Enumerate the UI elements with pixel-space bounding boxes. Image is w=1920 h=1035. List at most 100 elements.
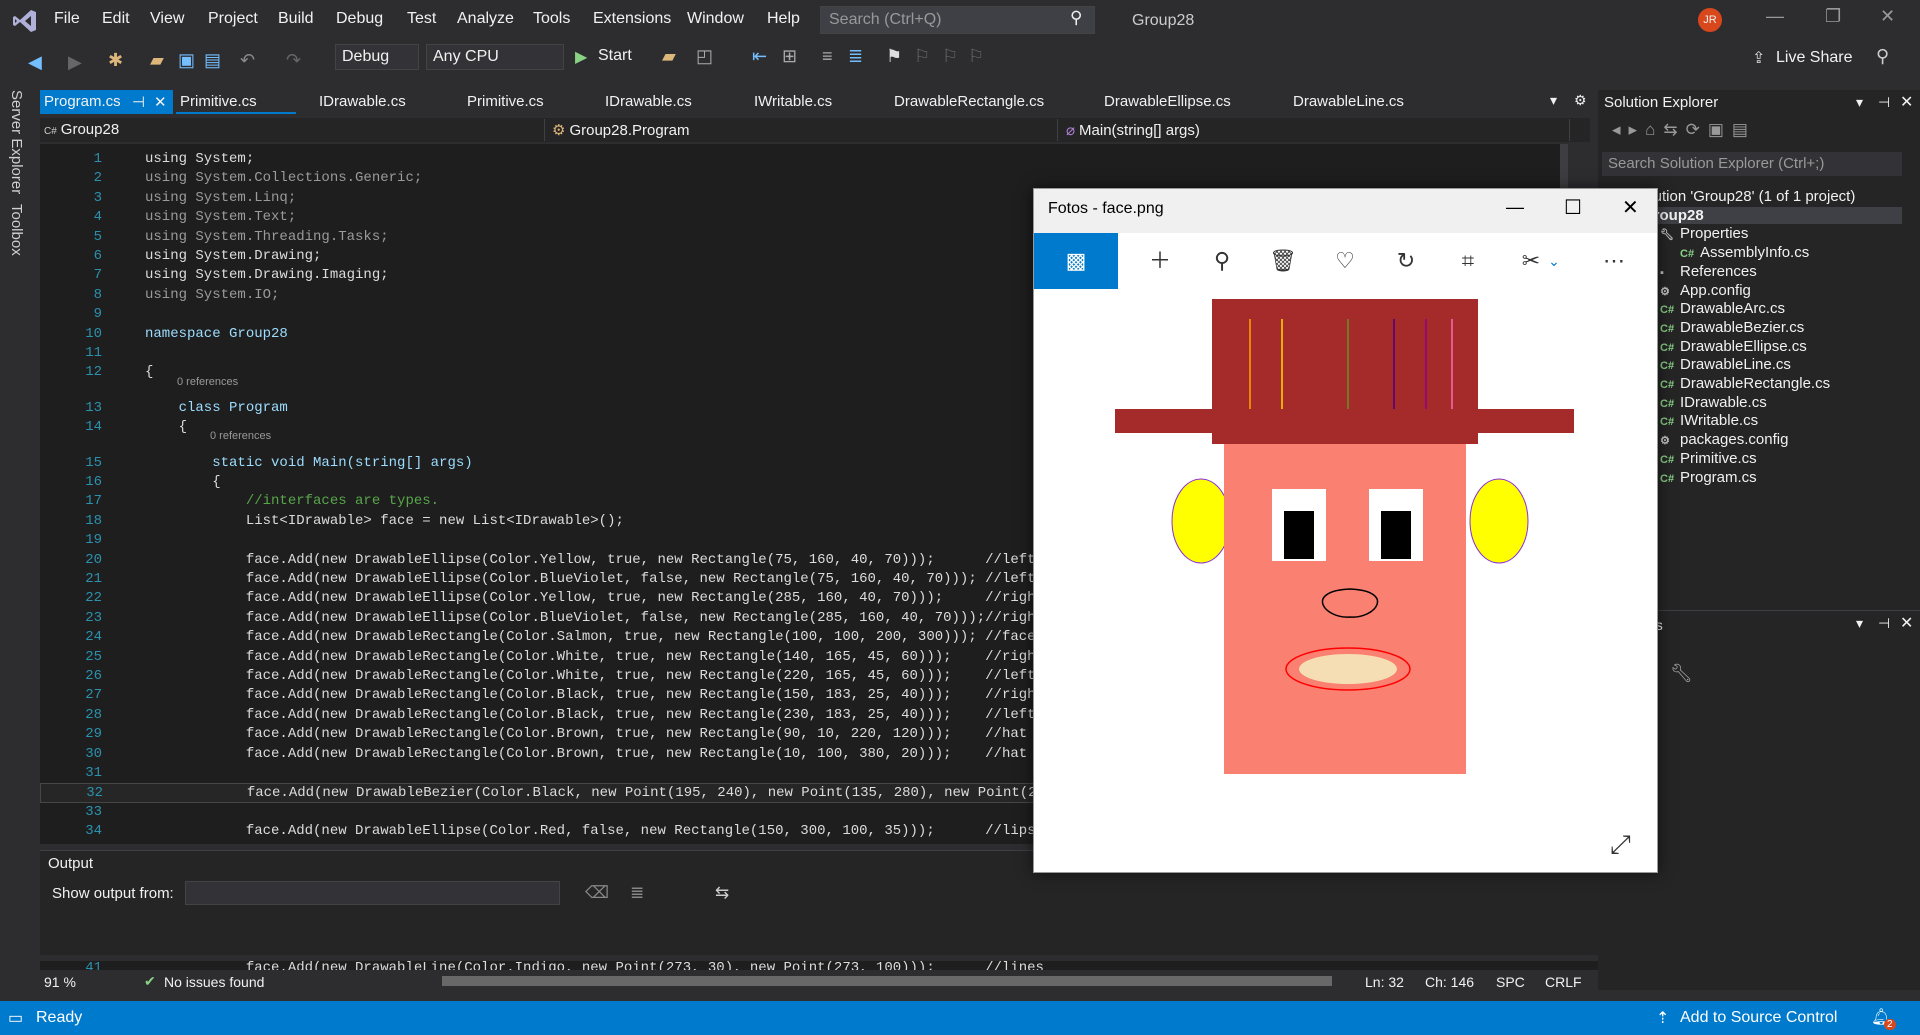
line-ending-indicator[interactable]: CRLF [1545, 974, 1582, 990]
minimize-icon[interactable]: — [1766, 6, 1784, 27]
server-explorer-tab[interactable]: Server Explorer [8, 90, 25, 194]
redo-icon[interactable]: ↷ [286, 50, 301, 71]
platform-select[interactable]: Any CPU [426, 44, 564, 70]
bookmark-icon[interactable]: ⚑ [886, 46, 902, 67]
word-wrap-icon[interactable]: ≣ [630, 883, 644, 903]
favorite-icon[interactable]: ♡ [1325, 243, 1365, 279]
tab-close-icon[interactable]: ✕ [154, 93, 167, 111]
property-pages-icon[interactable]: 🔧︎ [1670, 663, 1693, 684]
panel-menu-icon[interactable]: ▾ [1856, 94, 1863, 111]
properties-pin-icon[interactable]: ⊣ [1878, 615, 1890, 632]
solution-tree-item[interactable]: C# IWritable.cs [1660, 412, 1758, 429]
codelens-references[interactable]: 0 references [177, 376, 238, 388]
configuration-select[interactable]: Debug [335, 44, 419, 70]
tab-list-icon[interactable]: ▾ [1550, 92, 1557, 109]
tab-drawableellipse-cs[interactable]: DrawableEllipse.cs [1100, 90, 1235, 114]
solution-tree-item[interactable]: C# DrawableLine.cs [1660, 356, 1791, 373]
expand-icon[interactable]: ⤢ [1610, 829, 1631, 861]
step-icon[interactable]: ⇤ [752, 46, 767, 67]
solution-search-input[interactable]: Search Solution Explorer (Ctrl+;) [1602, 152, 1902, 176]
zoom-level[interactable]: 91 % [44, 974, 76, 990]
solution-tree-item[interactable]: C# AssemblyInfo.cs [1680, 244, 1809, 261]
tab-primitive-cs[interactable]: Primitive.cs [176, 90, 296, 114]
menu-debug[interactable]: Debug [336, 10, 383, 28]
tab-primitive-cs-2[interactable]: Primitive.cs [463, 90, 548, 114]
photos-maximize-icon[interactable]: ☐ [1564, 195, 1582, 220]
tab-drawableline-cs[interactable]: DrawableLine.cs [1289, 90, 1408, 114]
format-icon[interactable]: ⊞ [782, 46, 797, 67]
properties-close-icon[interactable]: ✕ [1900, 613, 1913, 633]
solution-tree-item[interactable]: C# Program.cs [1660, 469, 1757, 486]
menu-extensions[interactable]: Extensions [593, 10, 671, 28]
panel-close-icon[interactable]: ✕ [1900, 92, 1913, 112]
open-file-icon[interactable]: ▰ [150, 50, 164, 71]
new-project-icon[interactable]: ✱ [108, 50, 123, 71]
pin-icon[interactable]: ⊣ [132, 93, 145, 111]
indent-icon[interactable]: ≣ [848, 46, 863, 67]
solution-tree-item[interactable]: C# Primitive.cs [1660, 450, 1757, 467]
bookmark-next-icon[interactable]: ⚐ [942, 46, 958, 67]
menu-window[interactable]: Window [687, 10, 744, 28]
avatar[interactable]: JR [1698, 8, 1722, 32]
spacing-indicator[interactable]: SPC [1496, 974, 1525, 990]
solution-tree-item[interactable]: C# DrawableEllipse.cs [1660, 338, 1807, 355]
menu-view[interactable]: View [150, 10, 184, 28]
horizontal-scrollbar[interactable] [442, 976, 1332, 986]
more-icon[interactable]: ⋯ [1594, 243, 1634, 279]
delete-icon[interactable]: 🗑︎ [1263, 243, 1303, 279]
member-dropdown[interactable]: ⌀ Main(string[] args) [1062, 119, 1570, 141]
solution-tree-item[interactable]: ⚙ App.config [1660, 282, 1751, 299]
tab-idrawable-cs-2[interactable]: IDrawable.cs [601, 90, 696, 114]
solution-tree-item[interactable]: C# IDrawable.cs [1660, 394, 1767, 411]
issues-status[interactable]: No issues found [164, 974, 264, 990]
tab-drawablerectangle-cs[interactable]: DrawableRectangle.cs [890, 90, 1048, 114]
save-icon[interactable]: ▣ [178, 50, 195, 71]
menu-help[interactable]: Help [767, 10, 800, 28]
forward-icon[interactable]: ▶ [68, 52, 82, 73]
back-icon[interactable]: ◀ [28, 52, 42, 73]
menu-analyze[interactable]: Analyze [457, 10, 514, 28]
pin-icon[interactable]: ⊣ [1878, 94, 1890, 111]
edit-dropdown-icon[interactable]: ⌄ [1534, 243, 1574, 279]
start-icon[interactable]: ▶ [575, 47, 587, 67]
solution-tree-item[interactable]: ▪ References [1660, 263, 1757, 280]
menu-test[interactable]: Test [407, 10, 436, 28]
solution-tree-item[interactable]: 🔧︎ Properties [1660, 225, 1748, 242]
close-icon[interactable]: ✕ [1880, 6, 1895, 27]
image-view-icon[interactable]: ▩ [1034, 233, 1118, 289]
browser-icon[interactable]: ◰ [696, 46, 713, 67]
start-button[interactable]: Start [598, 47, 632, 65]
photos-close-icon[interactable]: ✕ [1622, 195, 1639, 220]
bookmark-prev-icon[interactable]: ⚐ [914, 46, 930, 67]
search-input[interactable]: Search (Ctrl+Q) [820, 6, 1095, 34]
menu-edit[interactable]: Edit [102, 10, 130, 28]
rotate-icon[interactable]: ↻ [1386, 243, 1426, 279]
menu-project[interactable]: Project [208, 10, 258, 28]
clear-all-icon[interactable]: ⌫ [585, 883, 609, 903]
zoom-icon[interactable]: ⚲ [1202, 243, 1242, 279]
bookmark-clear-icon[interactable]: ⚐ [968, 46, 984, 67]
properties-menu-icon[interactable]: ▾ [1856, 615, 1863, 632]
solution-tree-item[interactable]: ⚙ packages.config [1660, 431, 1788, 448]
tab-program-cs[interactable]: Program.cs ⊣ ✕ [40, 90, 173, 114]
solution-tree-item[interactable]: olution 'Group28' (1 of 1 project) [1642, 188, 1855, 205]
project-dropdown[interactable]: C# Group28 [40, 119, 545, 141]
live-share-button[interactable]: Live Share [1776, 49, 1853, 67]
crop-icon[interactable]: ⌗ [1448, 243, 1488, 279]
toggle-wrap-icon[interactable]: ⇆ [715, 883, 729, 903]
menu-build[interactable]: Build [278, 10, 314, 28]
toolbox-tab[interactable]: Toolbox [8, 204, 25, 256]
class-dropdown[interactable]: ⚙ Group28.Program [548, 119, 1058, 141]
codelens-references[interactable]: 0 references [210, 430, 271, 442]
restore-icon[interactable]: ❐ [1825, 6, 1841, 27]
visual-studio-logo[interactable] [12, 8, 38, 34]
add-to-source-control-button[interactable]: Add to Source Control [1680, 1009, 1837, 1027]
solution-tree-item[interactable]: C# DrawableBezier.cs [1660, 319, 1804, 336]
undo-icon[interactable]: ↶ [240, 50, 255, 71]
solution-tree-item[interactable]: Group28 [1642, 206, 1902, 224]
solution-tree-item[interactable]: C# DrawableRectangle.cs [1660, 375, 1830, 392]
feedback-icon[interactable]: ⚲ [1876, 46, 1889, 67]
tab-idrawable-cs[interactable]: IDrawable.cs [315, 90, 410, 114]
solution-tree-item[interactable]: C# DrawableArc.cs [1660, 300, 1785, 317]
save-all-icon[interactable]: ▤ [204, 50, 221, 71]
